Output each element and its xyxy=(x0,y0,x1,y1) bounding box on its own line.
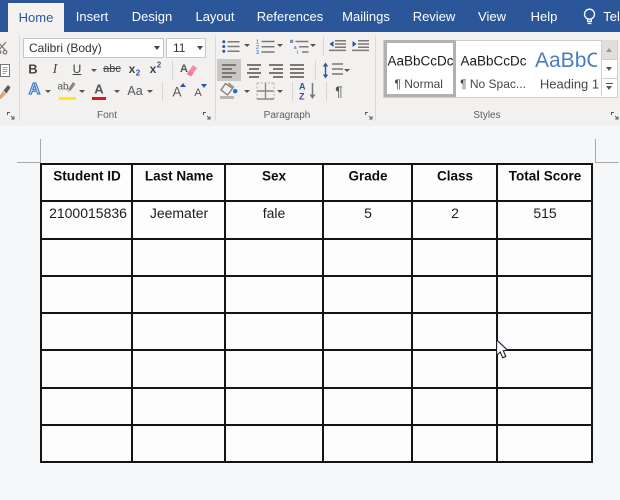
svg-text:3: 3 xyxy=(256,50,259,54)
svg-text:i: i xyxy=(297,50,298,54)
svg-text:Z: Z xyxy=(299,92,305,101)
svg-text:A: A xyxy=(299,82,306,92)
